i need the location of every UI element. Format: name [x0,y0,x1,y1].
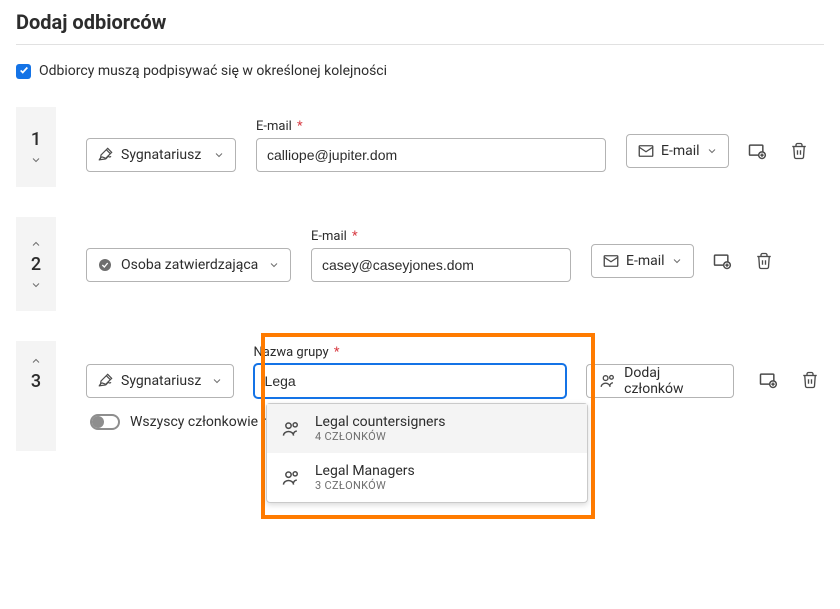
checkbox-sign-order[interactable] [16,64,31,79]
role-label: Sygnatariusz [121,147,201,163]
trash-icon [755,252,773,270]
chevron-down-icon [30,279,42,291]
signer-icon [97,373,113,389]
suggestion-name: Legal Managers [315,463,415,479]
group-suggestions-dropdown: Legal countersigners 4 CZŁONKÓW Legal Ma… [266,403,588,503]
group-icon [281,468,301,488]
email-label: E-mail * [256,119,606,134]
recipient-row: 2 Osoba zatwierdzająca E-mail * E-mail [16,217,824,311]
all-members-label: Wszyscy członkowie mu [130,414,282,430]
email-field[interactable] [256,138,606,172]
all-members-toggle[interactable] [90,414,120,430]
suggestion-name: Legal countersigners [315,414,445,430]
role-select[interactable]: Sygnatariusz [86,364,234,398]
group-add-icon [599,372,617,390]
delete-button[interactable] [750,247,778,275]
options-button[interactable] [754,366,782,394]
delivery-label: E-mail [626,253,665,269]
mail-icon [602,252,620,270]
options-icon [712,251,732,271]
recipient-row: 1 Sygnatariusz E-mail * E-mail [16,107,824,187]
add-members-label: Dodaj członków [624,365,721,397]
add-members-button[interactable]: Dodaj członków [586,364,734,398]
delivery-select[interactable]: E-mail [591,244,694,278]
chevron-down-icon [30,154,42,166]
signer-icon [97,147,113,163]
delete-button[interactable] [785,137,813,165]
order-handle[interactable]: 1 [16,107,56,187]
group-label: Nazwa grupy * [254,345,566,360]
group-name-field[interactable] [254,364,566,398]
role-select[interactable]: Osoba zatwierdzająca [86,248,291,282]
options-button[interactable] [708,247,736,275]
chevron-down-icon [706,145,718,157]
order-number: 1 [31,129,41,150]
chevron-up-icon [30,355,42,367]
group-icon [281,419,301,439]
chevron-down-icon [213,149,225,161]
approver-icon [97,257,113,273]
order-handle[interactable]: 3 [16,341,56,451]
role-label: Sygnatariusz [121,373,201,389]
order-number: 2 [31,254,41,275]
group-suggestion-item[interactable]: Legal countersigners 4 CZŁONKÓW [267,404,587,453]
email-label: E-mail * [311,229,571,244]
delivery-label: E-mail [661,143,700,159]
chevron-down-icon [671,255,683,267]
divider [16,44,824,45]
chevron-down-icon [211,375,223,387]
delete-button[interactable] [796,366,824,394]
suggestion-count: 4 CZŁONKÓW [315,430,445,443]
options-icon [758,370,778,390]
suggestion-count: 3 CZŁONKÓW [315,479,415,492]
chevron-down-icon [268,259,280,271]
role-label: Osoba zatwierdzająca [121,257,258,273]
mail-icon [637,142,655,160]
sign-order-row[interactable]: Odbiorcy muszą podpisywać się w określon… [16,63,824,79]
trash-icon [790,142,808,160]
sign-order-label: Odbiorcy muszą podpisywać się w określon… [39,63,387,79]
options-button[interactable] [743,137,771,165]
chevron-up-icon [30,238,42,250]
group-suggestion-item[interactable]: Legal Managers 3 CZŁONKÓW [267,453,587,502]
page-title: Dodaj odbiorców [16,10,824,34]
order-number: 3 [31,371,41,392]
options-icon [747,141,767,161]
order-handle[interactable]: 2 [16,217,56,311]
role-select[interactable]: Sygnatariusz [86,138,236,172]
delivery-select[interactable]: E-mail [626,134,729,168]
trash-icon [801,371,819,389]
email-field[interactable] [311,248,571,282]
